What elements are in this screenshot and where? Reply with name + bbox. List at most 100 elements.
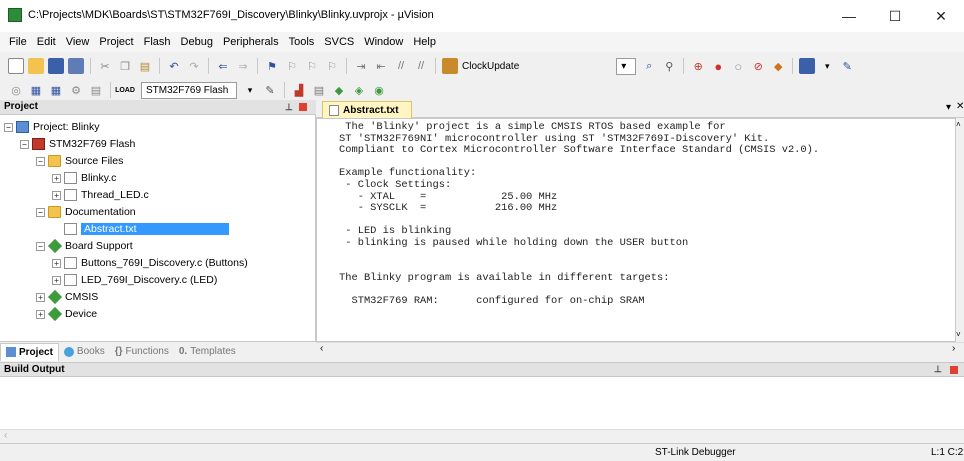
tree-node-abstract-txt[interactable]: Abstract.txt [64,221,229,237]
menu-tools[interactable]: Tools [284,36,320,48]
save-icon[interactable] [48,58,64,74]
open-folder-icon[interactable] [28,58,44,74]
collapse-icon[interactable]: − [36,156,45,166]
window-layout-icon[interactable] [799,58,816,74]
kill-breakpoints-icon[interactable]: ⊘ [750,58,766,74]
scroll-down-icon[interactable]: ˅ [956,330,961,339]
clear-bookmarks-icon[interactable]: ⚐ [324,58,340,74]
cut-icon[interactable]: ✂ [97,58,113,74]
expand-icon[interactable]: + [36,292,45,302]
tree-node-led-c[interactable]: + LED_769I_Discovery.c (LED) [52,272,217,288]
minimize-button[interactable]: — [826,0,872,32]
incremental-find-icon[interactable]: ⚲ [661,58,677,74]
breakpoint-icon[interactable]: ● [710,58,726,74]
paste-icon[interactable]: ▤ [137,58,153,74]
expand-icon[interactable]: + [36,309,45,319]
target-options-icon[interactable]: ✎ [262,82,278,98]
collapse-icon[interactable]: − [4,122,13,132]
stop-build-icon[interactable]: ▤ [88,82,104,98]
disable-all-breakpoints-icon[interactable]: ◆ [770,58,786,74]
scroll-up-icon[interactable]: ˄ [956,120,961,129]
expand-icon[interactable]: + [52,258,61,268]
navigate-back-icon[interactable]: ⇐ [215,58,231,74]
scroll-right-icon[interactable]: › [952,343,955,354]
editor-horizontal-scrollbar[interactable]: ‹ › [316,342,964,356]
tree-node-buttons-c[interactable]: + Buttons_769I_Discovery.c (Buttons) [52,255,248,271]
pin-icon[interactable]: ⊥ [934,363,942,376]
find-in-files-icon[interactable] [442,58,458,74]
menu-svcs[interactable]: SVCS [319,36,359,48]
menu-window[interactable]: Window [359,36,408,48]
next-bookmark-icon[interactable]: ⚐ [304,58,320,74]
tree-node-project[interactable]: − Project: Blinky [4,119,100,135]
tree-node-target[interactable]: − STM32F769 Flash [20,136,135,152]
expand-icon[interactable]: + [52,190,61,200]
tab-project[interactable]: Project [0,342,59,361]
rebuild-icon[interactable]: ▦ [48,82,64,98]
collapse-icon[interactable]: − [20,139,29,149]
pin-icon[interactable]: ⊥ [285,100,293,114]
scroll-left-icon[interactable]: ‹ [320,343,323,354]
text-editor[interactable]: The 'Blinky' project is a simple CMSIS R… [316,118,956,342]
close-button[interactable]: ✕ [918,0,964,32]
collapse-icon[interactable]: − [36,207,45,217]
target-select[interactable]: STM32F769 Flash [141,81,237,99]
expand-icon[interactable]: + [52,275,61,285]
tree-node-device[interactable]: + Device [36,306,97,322]
save-all-icon[interactable] [68,58,84,74]
unindent-icon[interactable]: ⇤ [373,58,389,74]
close-panel-icon[interactable] [950,366,958,374]
editor-vertical-scrollbar[interactable]: ˄ ˅ [956,118,964,342]
menu-edit[interactable]: Edit [32,36,61,48]
configure-icon[interactable]: ✎ [839,58,855,74]
tab-templates[interactable]: 0. Templates [174,343,241,360]
uncomment-icon[interactable]: // [413,58,429,74]
collapse-icon[interactable]: − [36,241,45,251]
run-time-environment-icon[interactable]: ◆ [331,82,347,98]
editor-tab-abstract[interactable]: Abstract.txt [322,101,412,118]
menu-peripherals[interactable]: Peripherals [218,36,284,48]
menu-project[interactable]: Project [94,36,138,48]
bookmark-icon[interactable]: ⚑ [264,58,280,74]
expand-icon[interactable]: + [52,173,61,183]
undo-icon[interactable]: ↶ [166,58,182,74]
maximize-button[interactable]: ☐ [872,0,918,32]
clock-update-label[interactable]: ClockUpdate [462,61,519,72]
copy-icon[interactable]: ❐ [117,58,133,74]
build-output-pane[interactable] [0,377,964,429]
disable-breakpoint-icon[interactable]: ○ [730,58,746,74]
tree-node-board-support[interactable]: − Board Support [36,238,133,254]
tree-node-documentation[interactable]: − Documentation [36,204,136,220]
tree-node-source-files[interactable]: − Source Files [36,153,123,169]
editor-content[interactable]: The 'Blinky' project is a simple CMSIS R… [339,121,819,308]
indent-icon[interactable]: ⇥ [353,58,369,74]
close-panel-icon[interactable] [299,103,307,111]
target-dropdown-arrow-icon[interactable]: ▾ [242,82,258,98]
tab-books[interactable]: Books [59,343,110,360]
scroll-left-icon[interactable]: ‹ [4,430,7,441]
menu-flash[interactable]: Flash [139,36,176,48]
find-icon[interactable]: ⌕ [641,58,657,74]
redo-icon[interactable]: ↷ [186,58,202,74]
tree-node-thread-led-c[interactable]: + Thread_LED.c [52,187,149,203]
dropdown-arrow-icon[interactable]: ▾ [819,58,835,74]
pack-installer-icon[interactable]: ◈ [351,82,367,98]
navigate-forward-icon[interactable]: ⇒ [235,58,251,74]
menu-file[interactable]: File [4,36,32,48]
select-packs-icon[interactable]: ◉ [371,82,387,98]
build-output-scrollbar[interactable]: ‹ [0,429,964,443]
file-extensions-icon[interactable]: ▟ [291,82,307,98]
tree-node-cmsis[interactable]: + CMSIS [36,289,98,305]
tree-node-blinky-c[interactable]: + Blinky.c [52,170,116,186]
menu-help[interactable]: Help [408,36,441,48]
menu-debug[interactable]: Debug [176,36,218,48]
translate-icon[interactable]: ◎ [8,82,24,98]
load-icon[interactable]: LOAD [115,82,135,98]
debug-session-icon[interactable]: ⊕ [690,58,706,74]
new-file-icon[interactable] [8,58,24,74]
close-tab-icon[interactable]: ✕ [956,101,964,112]
batch-build-icon[interactable]: ⚙ [68,82,84,98]
menu-view[interactable]: View [61,36,95,48]
tab-list-dropdown-icon[interactable]: ▾ [946,102,951,113]
comment-icon[interactable]: // [393,58,409,74]
